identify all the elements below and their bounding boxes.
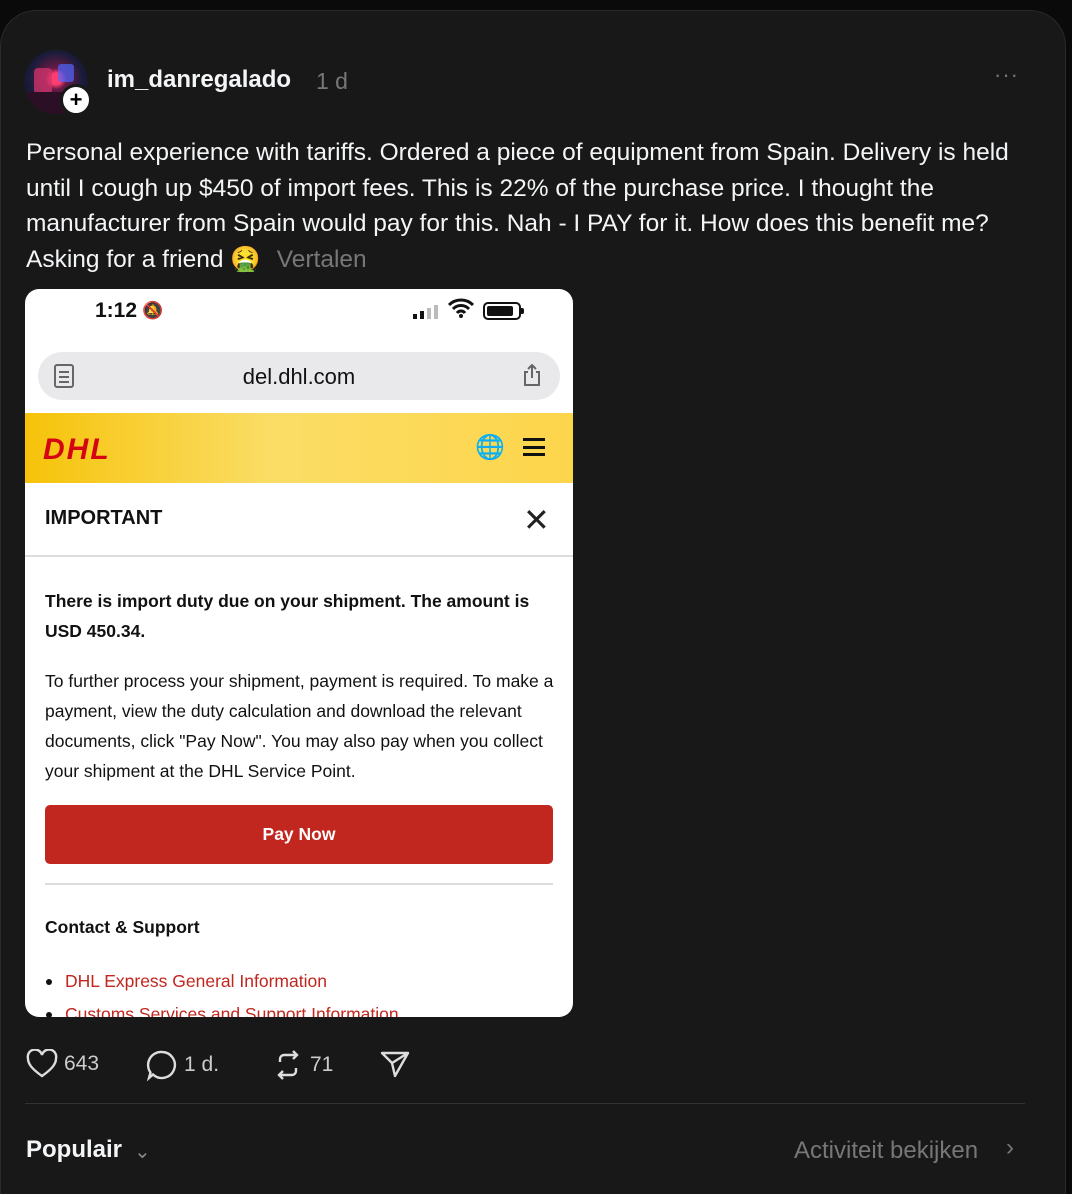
chevron-down-icon[interactable]: ⌄ <box>134 1139 151 1164</box>
repost-count: 71 <box>310 1053 334 1076</box>
dhl-header: DHL 🌐 <box>25 413 573 483</box>
pay-now-button[interactable]: Pay Now <box>45 805 553 864</box>
attached-image[interactable]: 1:12 🔕 del.dhl.com DHL 🌐 IMPORTANT ✕ The… <box>25 289 573 1017</box>
close-icon[interactable]: ✕ <box>523 504 550 536</box>
payment-instructions: To further process your shipment, paymen… <box>45 671 554 781</box>
repost-icon <box>277 1050 299 1080</box>
sort-dropdown[interactable]: Populair <box>26 1136 122 1164</box>
wifi-icon <box>447 298 475 324</box>
support-link[interactable]: Customs Services and Support Information <box>45 998 399 1017</box>
status-time: 1:12 <box>95 299 138 322</box>
heart-icon <box>26 1049 58 1078</box>
comment-button[interactable]: 1 d. <box>146 1049 219 1081</box>
battery-icon <box>483 302 524 320</box>
globe-icon[interactable]: 🌐 <box>475 433 505 462</box>
share-icon[interactable] <box>522 364 542 386</box>
comment-icon <box>146 1050 177 1081</box>
duty-notice: There is import duty due on your shipmen… <box>45 591 530 641</box>
divider <box>25 1103 1025 1104</box>
like-count: 643 <box>64 1052 100 1075</box>
address-bar[interactable]: del.dhl.com <box>38 352 560 400</box>
post-body: Personal experience with tariffs. Ordere… <box>26 139 1009 273</box>
divider <box>25 555 573 557</box>
follow-plus-icon[interactable]: + <box>60 84 92 116</box>
modal-title: IMPORTANT <box>45 507 163 529</box>
support-link[interactable]: DHL Express General Information <box>45 965 399 998</box>
bell-slash-icon: 🔕 <box>142 301 164 320</box>
contact-support-title: Contact & Support <box>45 917 200 937</box>
send-icon <box>380 1051 410 1078</box>
view-activity-link[interactable]: Activiteit bekijken <box>794 1137 978 1165</box>
divider <box>45 883 553 885</box>
comment-count: 1 d. <box>184 1053 220 1076</box>
send-button[interactable] <box>380 1049 410 1079</box>
more-options-icon[interactable]: ··· <box>994 62 1019 88</box>
url-text: del.dhl.com <box>242 364 356 389</box>
like-button[interactable]: 643 <box>26 1049 99 1079</box>
post-text: Personal experience with tariffs. Ordere… <box>26 135 1036 277</box>
username[interactable]: im_danregalado <box>107 66 291 94</box>
support-links: DHL Express General Information Customs … <box>45 965 399 1017</box>
dhl-logo[interactable]: DHL <box>43 433 111 467</box>
translate-link[interactable]: Vertalen <box>277 246 367 273</box>
signal-icon <box>413 305 438 319</box>
post-time: 1 d <box>316 68 348 94</box>
repost-button[interactable]: 71 <box>272 1049 333 1081</box>
chevron-right-icon[interactable]: › <box>1006 1134 1014 1162</box>
menu-icon[interactable] <box>523 438 545 456</box>
